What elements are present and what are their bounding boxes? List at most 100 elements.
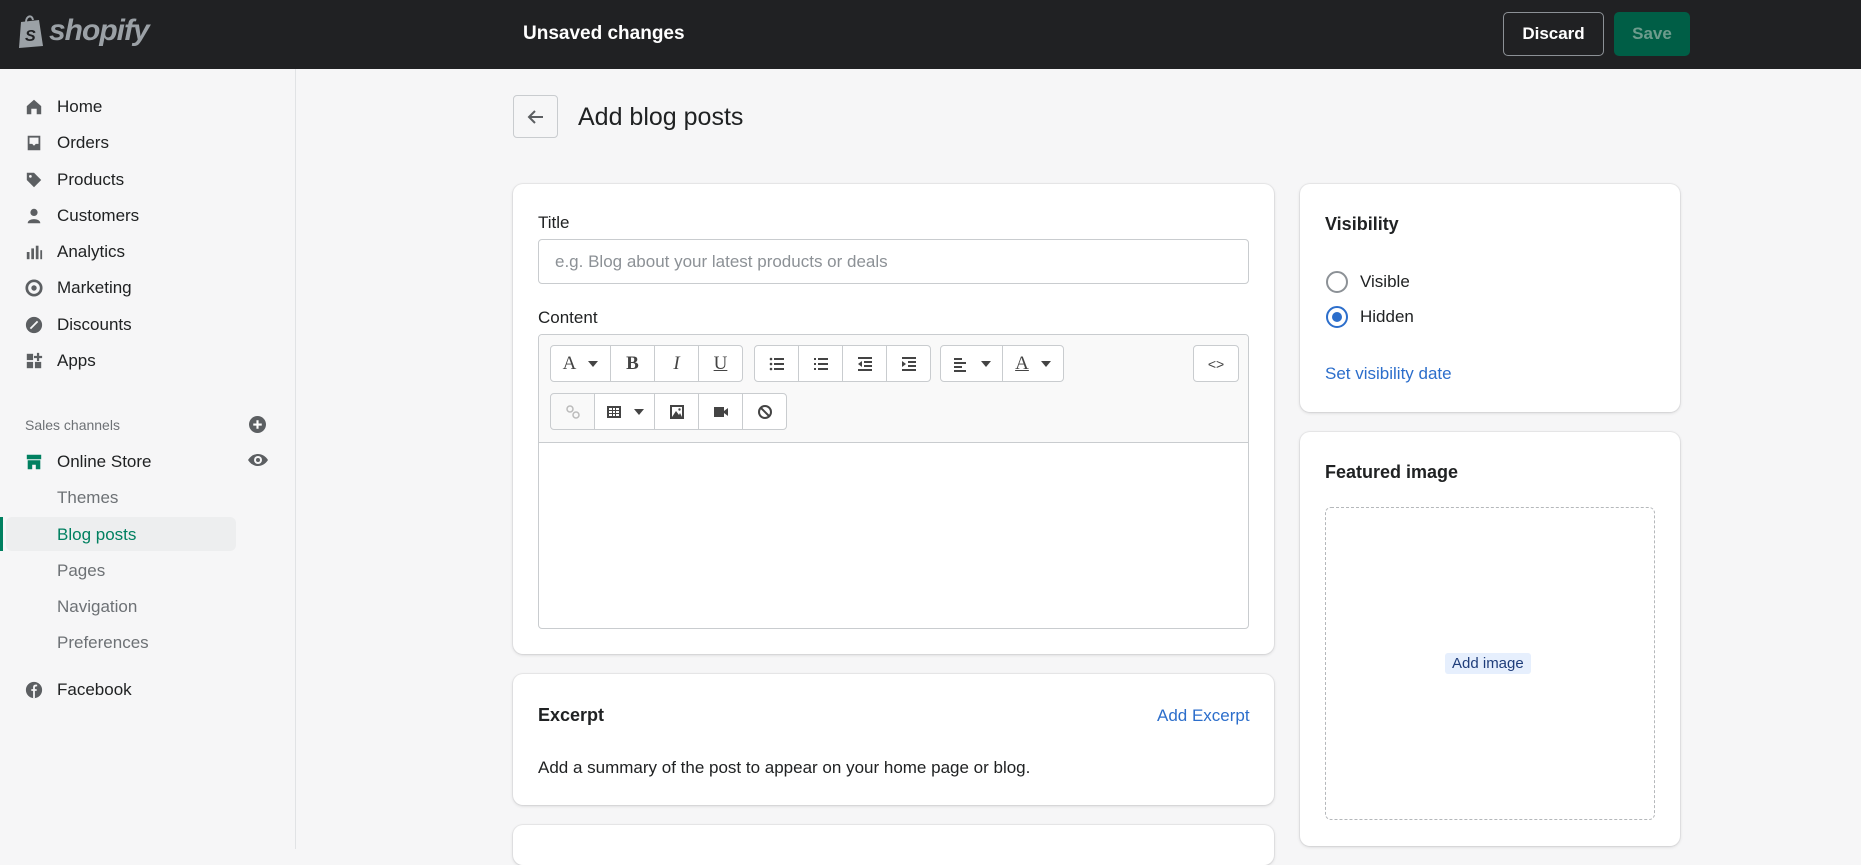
sidebar-item-facebook[interactable]: Facebook [25, 678, 132, 702]
shopping-bag-icon: S [19, 15, 43, 48]
bullet-list-button[interactable] [754, 345, 799, 382]
text-color-icon: A [1015, 352, 1029, 374]
link-icon [565, 404, 580, 419]
sidebar-item-label: Online Store [57, 452, 152, 471]
featured-image-heading: Featured image [1325, 462, 1459, 482]
back-button[interactable] [513, 95, 558, 138]
add-image-button[interactable]: Add image [1445, 653, 1531, 674]
rich-text-editor[interactable]: A B I U A <> [538, 334, 1249, 629]
sidebar-item-analytics[interactable]: Analytics [25, 240, 125, 264]
sidebar-item-label: Home [57, 97, 103, 116]
align-left-icon [953, 357, 966, 372]
top-bar: S shopify Unsaved changes Discard Save [0, 0, 1861, 69]
sidebar-item-preferences[interactable]: Preferences [57, 633, 149, 653]
bold-button[interactable]: B [610, 345, 655, 382]
excerpt-description: Add a summary of the post to appear on y… [538, 758, 1031, 777]
sidebar-item-label: Orders [57, 133, 109, 152]
insert-image-button[interactable] [654, 393, 699, 430]
italic-button[interactable]: I [654, 345, 699, 382]
block-icon [757, 404, 772, 419]
editor-toolbar: A B I U A <> [539, 335, 1248, 443]
indent-button[interactable] [886, 345, 931, 382]
home-icon [26, 99, 42, 115]
sidebar-item-label: Facebook [57, 680, 132, 699]
font-icon: A [562, 352, 577, 374]
eye-icon[interactable] [247, 452, 269, 468]
sidebar-item-label: Apps [57, 351, 96, 370]
outdent-icon [857, 356, 872, 371]
caret-down-icon [980, 360, 991, 367]
sidebar-item-label: Discounts [57, 315, 132, 334]
numbered-list-icon [813, 357, 828, 370]
discard-button[interactable]: Discard [1503, 12, 1604, 56]
insert-link-button[interactable] [550, 393, 595, 430]
clear-formatting-button[interactable] [742, 393, 787, 430]
inbox-icon [27, 135, 41, 151]
code-view-button[interactable]: <> [1193, 345, 1239, 382]
bar-chart-icon [26, 245, 43, 260]
table-icon [606, 405, 621, 418]
sidebar-item-label: Products [57, 170, 125, 189]
sidebar-item-orders[interactable]: Orders [25, 131, 109, 155]
sidebar-item-home[interactable]: Home [25, 95, 102, 119]
outdent-button[interactable] [842, 345, 887, 382]
sidebar-item-label: Customers [57, 206, 140, 225]
person-icon [27, 208, 41, 224]
insert-video-button[interactable] [698, 393, 743, 430]
sidebar-item-products[interactable]: Products [25, 168, 124, 192]
next-card [513, 825, 1274, 865]
insert-table-dropdown[interactable] [594, 393, 655, 430]
visible-radio[interactable] [1326, 271, 1348, 293]
discount-icon [25, 316, 43, 334]
sidebar-item-label: Analytics [57, 242, 126, 261]
video-camera-icon [713, 406, 728, 417]
logo-text: shopify [49, 14, 150, 47]
title-input[interactable] [538, 239, 1249, 284]
text-color-dropdown[interactable]: A [1002, 345, 1064, 382]
content-label: Content [538, 308, 598, 327]
sidebar-item-apps[interactable]: Apps [25, 349, 96, 373]
tag-icon [26, 172, 42, 188]
align-dropdown[interactable] [940, 345, 1003, 382]
title-label: Title [538, 213, 570, 232]
save-button[interactable]: Save [1614, 12, 1690, 56]
underline-button[interactable]: U [698, 345, 743, 382]
sidebar-item-themes[interactable]: Themes [57, 488, 118, 508]
store-icon [26, 454, 42, 470]
numbered-list-button[interactable] [798, 345, 843, 382]
facebook-icon [25, 681, 43, 699]
visible-label[interactable]: Visible [1360, 272, 1410, 292]
sidebar-item-customers[interactable]: Customers [25, 204, 139, 228]
page-title: Add blog posts [578, 103, 744, 131]
excerpt-heading: Excerpt [538, 705, 605, 725]
sidebar-item-online-store[interactable]: Online Store [25, 450, 152, 474]
add-channel-icon[interactable] [249, 416, 266, 433]
sidebar-item-marketing[interactable]: Marketing [25, 276, 132, 300]
apps-icon [26, 352, 43, 369]
sidebar-item-navigation[interactable]: Navigation [57, 597, 137, 617]
visibility-heading: Visibility [1325, 214, 1399, 234]
sidebar-item-pages[interactable]: Pages [57, 561, 105, 581]
sales-channels-heading: Sales channels [25, 417, 120, 433]
sidebar-item-blog-posts[interactable]: Blog posts [57, 525, 136, 545]
svg-text:S: S [25, 28, 36, 45]
sidebar-item-discounts[interactable]: Discounts [25, 313, 132, 337]
unsaved-changes-label: Unsaved changes [523, 23, 685, 44]
set-visibility-date-link[interactable]: Set visibility date [1325, 364, 1452, 384]
caret-down-icon [1040, 360, 1051, 367]
font-style-dropdown[interactable]: A [550, 345, 611, 382]
hidden-radio[interactable] [1326, 306, 1348, 328]
add-excerpt-link[interactable]: Add Excerpt [1157, 706, 1250, 726]
excerpt-card [513, 674, 1274, 805]
caret-down-icon [588, 360, 599, 367]
bullet-list-icon [769, 357, 784, 370]
arrow-left-icon [527, 109, 543, 124]
active-item-indicator [0, 517, 3, 551]
shopify-logo[interactable]: S shopify [17, 14, 150, 48]
caret-down-icon [633, 408, 644, 415]
sidebar-item-label: Marketing [57, 278, 132, 297]
image-icon [669, 404, 684, 419]
hidden-label[interactable]: Hidden [1360, 307, 1414, 327]
target-icon [25, 279, 43, 297]
indent-icon [901, 356, 916, 371]
